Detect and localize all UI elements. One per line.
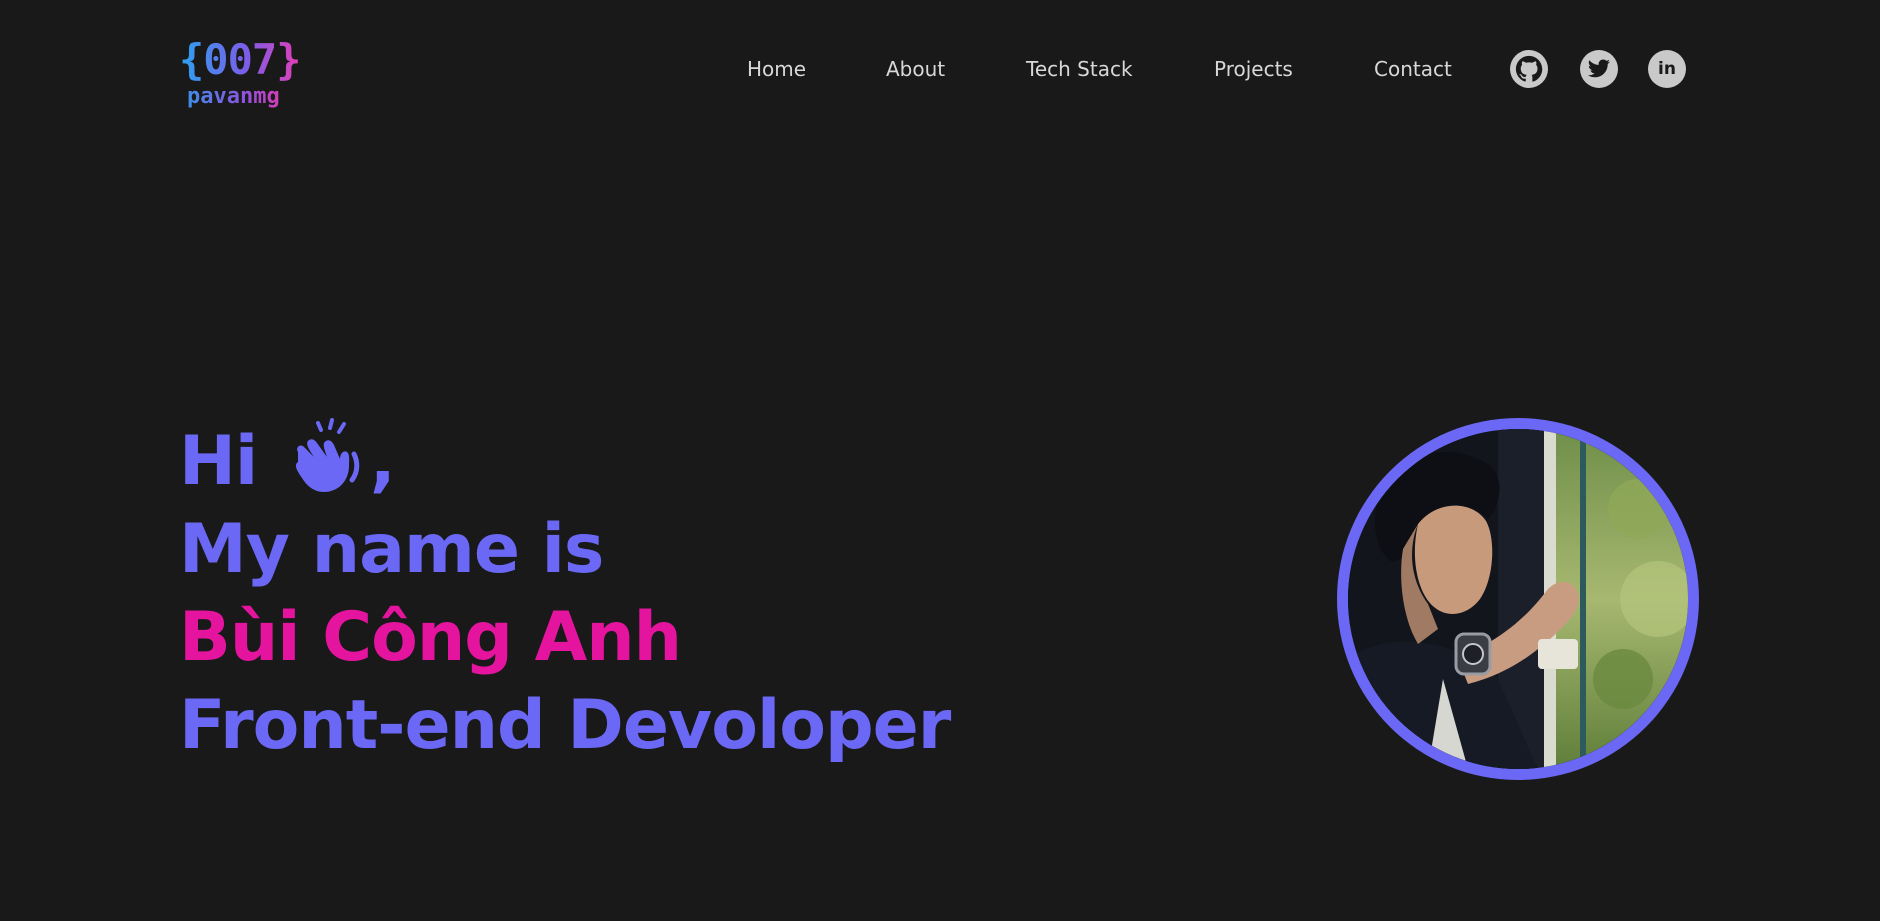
waving-hand-icon (288, 418, 366, 514)
hero-greeting-line: Hi , (179, 418, 396, 514)
hero-role: Front-end Devoloper (179, 686, 951, 765)
github-icon (1514, 54, 1544, 84)
twitter-link[interactable] (1580, 50, 1618, 88)
avatar-photo (1348, 429, 1688, 769)
github-link[interactable] (1510, 50, 1548, 88)
hero-name: Bùi Công Anh (179, 598, 682, 677)
hero-greeting: Hi (179, 422, 258, 501)
nav-about[interactable]: About (886, 54, 945, 84)
portfolio-page: {007} pavanmg Home About Tech Stack Proj… (0, 0, 1880, 921)
nav-home[interactable]: Home (747, 54, 806, 84)
linkedin-icon: in (1658, 59, 1676, 79)
hero-intro: My name is (179, 510, 604, 589)
nav-contact[interactable]: Contact (1374, 54, 1452, 84)
linkedin-link[interactable]: in (1648, 50, 1686, 88)
hero-greeting-suffix: , (369, 422, 396, 501)
avatar-ring (1337, 418, 1699, 780)
logo-name: pavanmg (187, 84, 280, 109)
twitter-icon (1587, 57, 1611, 81)
nav-tech-stack[interactable]: Tech Stack (1026, 54, 1133, 84)
nav-projects[interactable]: Projects (1214, 54, 1293, 84)
